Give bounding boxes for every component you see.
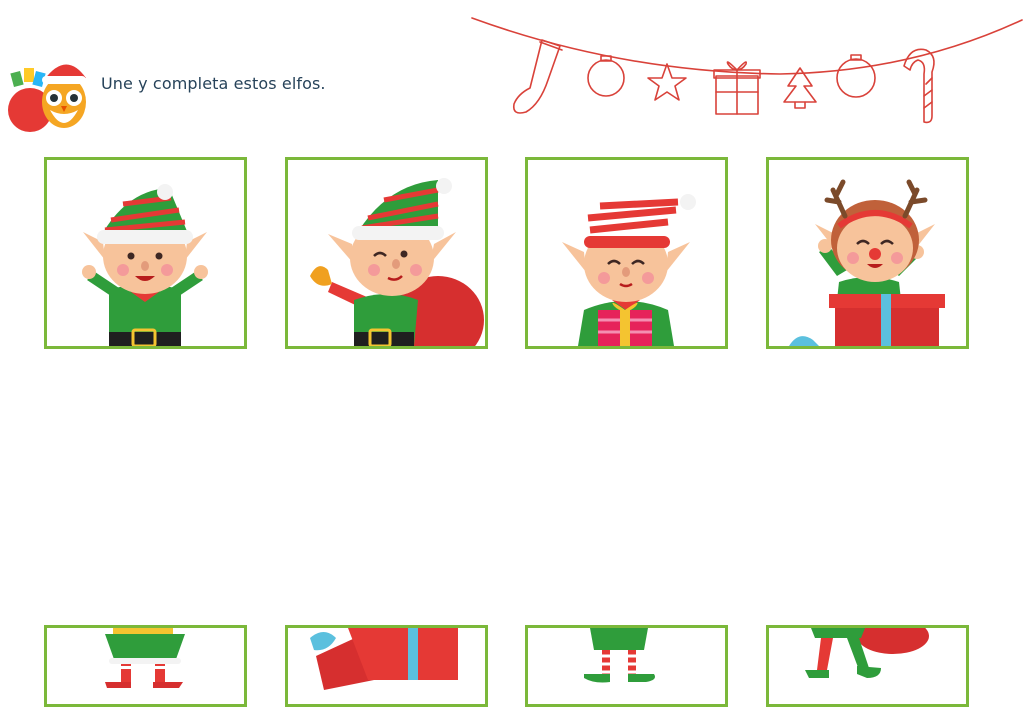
instruction-text: Une y completa estos elfos. — [101, 74, 326, 93]
gift-box-bottom-card[interactable] — [285, 625, 488, 707]
elf-3-upper-card[interactable] — [525, 157, 728, 349]
elf-reindeer-box-icon — [789, 179, 945, 346]
elf-1-upper-card[interactable] — [44, 157, 247, 349]
owl-santa-icon — [4, 52, 88, 136]
elf-waving-icon — [82, 184, 208, 346]
gift-box-icon — [310, 628, 458, 690]
elf-legs-icon — [105, 628, 185, 688]
elf-4-upper-card[interactable] — [766, 157, 969, 349]
elf-legs-icon — [584, 628, 655, 683]
elf-gift-icon — [562, 194, 696, 346]
legs-c-card[interactable] — [766, 625, 969, 707]
elf-legs-sack-icon — [805, 628, 929, 678]
christmas-garland-icon — [470, 12, 1024, 130]
legs-b-card[interactable] — [525, 625, 728, 707]
elf-bell-sack-icon — [310, 178, 484, 346]
legs-a-card[interactable] — [44, 625, 247, 707]
elf-2-upper-card[interactable] — [285, 157, 488, 349]
